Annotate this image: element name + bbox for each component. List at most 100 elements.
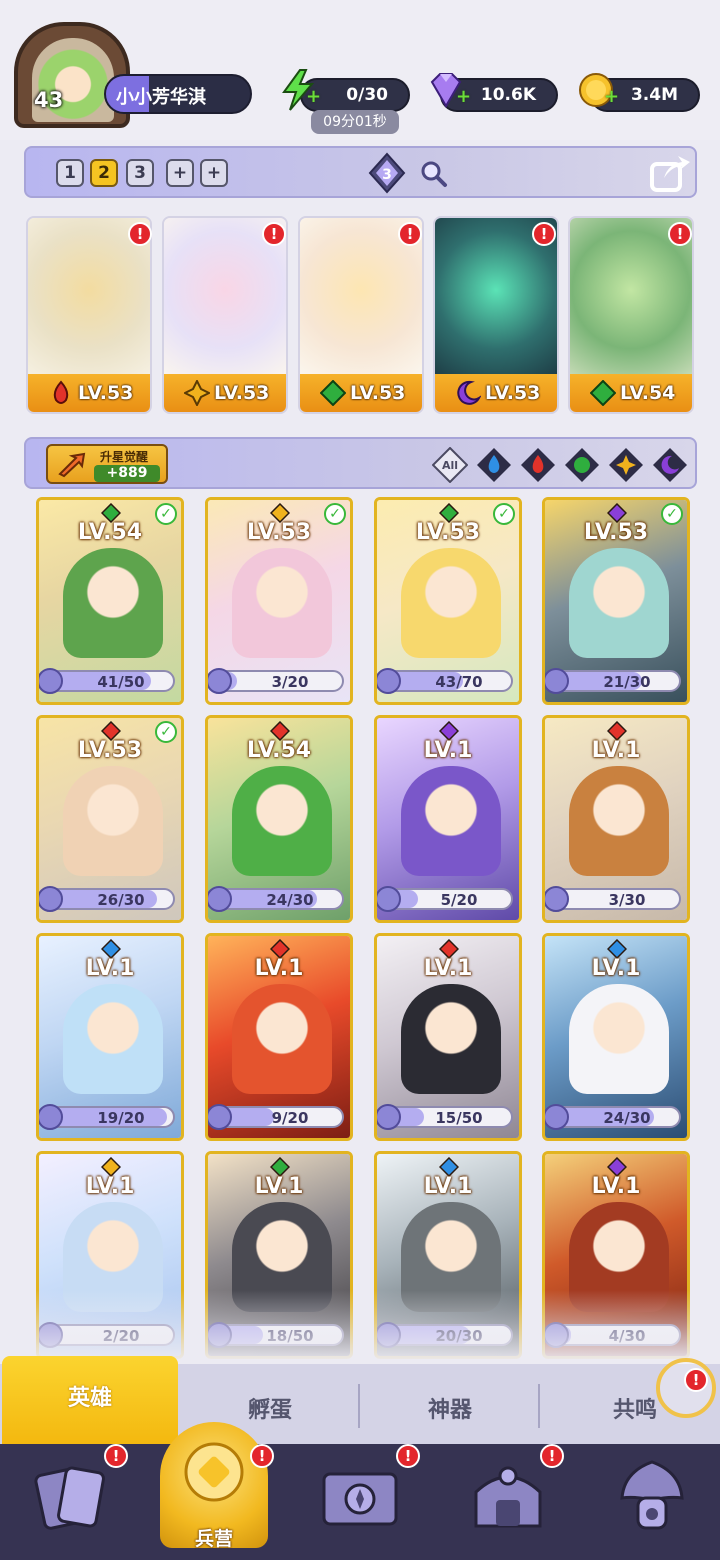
hero-level: LV.1 [591,738,641,763]
nav-cards-icon[interactable] [30,1456,114,1540]
nav-shop-icon[interactable] [610,1456,694,1540]
star-awaken-button[interactable]: 升星觉醒 +889 [46,444,168,484]
light-element-icon [184,380,210,406]
crystal-count: 3 [382,167,392,183]
share-icon[interactable] [648,152,692,194]
hero-card[interactable]: LV.54 ✓ 41/50 [36,497,184,705]
check-icon: ✓ [661,503,683,525]
lineup-alert-badge: ! [668,222,692,246]
awaken-count: +889 [94,465,160,482]
lineup-level: LV.53 [350,382,406,404]
hero-card[interactable]: LV.53 ✓ 43/70 [374,497,522,705]
hero-card[interactable]: LV.1 24/30 [542,933,690,1141]
hero-portrait [401,548,501,658]
hero-card[interactable]: LV.53 ✓ 21/30 [542,497,690,705]
filter-water-button[interactable] [476,447,512,483]
player-name-pill[interactable]: 小小芳华淇 [104,74,252,114]
gem-add-icon[interactable]: + [456,86,471,107]
shard-icon [545,668,569,694]
lineup-alert-badge: ! [128,222,152,246]
shard-progress-bar: 26/30 [47,888,175,910]
hero-card[interactable]: LV.53 ✓ 26/30 [36,715,184,923]
team-tab-1[interactable]: 1 [56,159,84,187]
hero-filter-bar: 升星觉醒 +889 All [24,437,697,489]
shard-icon [39,1104,63,1130]
lineup-slot-4[interactable]: LV.53 [433,216,559,414]
magnify-icon[interactable] [420,160,448,188]
lineup-alert-badge: ! [262,222,286,246]
hero-level: LV.1 [591,1174,641,1199]
shard-progress-bar: 24/30 [553,1106,681,1128]
hero-portrait [401,984,501,1094]
team-add-button-2[interactable]: + [200,159,228,187]
hero-level: LV.1 [423,1174,473,1199]
event-alert-badge: ! [684,1368,708,1392]
lineup-alert-badge: ! [398,222,422,246]
nav-map-alert: ! [396,1444,420,1468]
filter-nature-button[interactable] [564,447,600,483]
shard-count: 3/20 [271,673,309,691]
hero-card[interactable]: LV.1 9/20 [205,933,353,1141]
filter-fire-button[interactable] [520,447,556,483]
lineup-slot-3[interactable]: LV.53 [298,216,424,414]
shard-icon [39,668,63,694]
team-tab-2[interactable]: 2 [90,159,118,187]
dark-element-icon [457,380,481,405]
shard-progress-bar: 24/30 [216,888,344,910]
tab-artifact[interactable]: 神器 [360,1392,540,1424]
awaken-label: 升星觉醒 [100,450,149,464]
hero-portrait [63,984,163,1094]
shard-icon [545,1104,569,1130]
nav-guild-alert: ! [540,1444,564,1468]
lineup-level: LV.53 [214,382,270,404]
shard-count: 9/20 [271,1109,309,1127]
nav-barracks-alert: ! [250,1444,274,1468]
tab-hatch[interactable]: 孵蛋 [180,1392,360,1424]
team-tab-3[interactable]: 3 [126,159,154,187]
hero-level: LV.54 [77,520,143,545]
hero-card[interactable]: LV.53 ✓ 3/20 [205,497,353,705]
player-level: 43 [34,88,64,112]
coin-value: 3.4M [630,85,678,105]
hero-portrait [232,766,332,876]
nav-map-icon[interactable] [318,1456,402,1540]
energy-timer: 09分01秒 [311,110,399,134]
lineup-slot-1[interactable]: LV.53 [26,216,152,414]
filter-light-button[interactable] [608,447,644,483]
shard-icon [377,668,401,694]
hero-card[interactable]: LV.1 3/30 [542,715,690,923]
shard-count: 41/50 [97,673,145,691]
lineup-level: LV.54 [620,382,676,404]
shard-count: 15/50 [435,1109,483,1127]
nav-guild-icon[interactable] [466,1456,550,1540]
player-avatar[interactable]: 43 [14,22,130,128]
hero-portrait [232,984,332,1094]
shard-count: 3/30 [608,891,646,909]
nature-element-icon [320,380,346,406]
hero-level: LV.54 [246,738,312,763]
shard-count: 5/20 [440,891,478,909]
shard-progress-bar: 43/70 [385,670,513,692]
hero-card[interactable]: LV.1 5/20 [374,715,522,923]
hero-card[interactable]: LV.1 19/20 [36,933,184,1141]
coin-add-icon[interactable]: + [604,86,619,107]
shard-icon [377,886,401,912]
crystal-icon[interactable]: 3 [366,152,408,194]
hero-card[interactable]: LV.1 15/50 [374,933,522,1141]
hero-level: LV.1 [254,1174,304,1199]
tab-heroes[interactable]: 英雄 [2,1356,178,1448]
barracks-icon [184,1442,244,1502]
lineup-slot-5[interactable]: LV.54 [568,216,694,414]
shard-count: 24/30 [266,891,314,909]
team-selector-bar: 1 2 3 + + 3 [24,146,697,198]
energy-add-icon[interactable]: + [306,86,321,107]
team-add-button-1[interactable]: + [166,159,194,187]
floating-event-button[interactable] [656,1358,716,1418]
hero-card[interactable]: LV.54 24/30 [205,715,353,923]
shard-progress-bar: 15/50 [385,1106,513,1128]
filter-all-button[interactable]: All [432,447,468,483]
lineup-slot-2[interactable]: LV.53 [162,216,288,414]
hero-level: LV.53 [415,520,481,545]
filter-dark-button[interactable] [652,447,688,483]
hero-portrait [232,548,332,658]
